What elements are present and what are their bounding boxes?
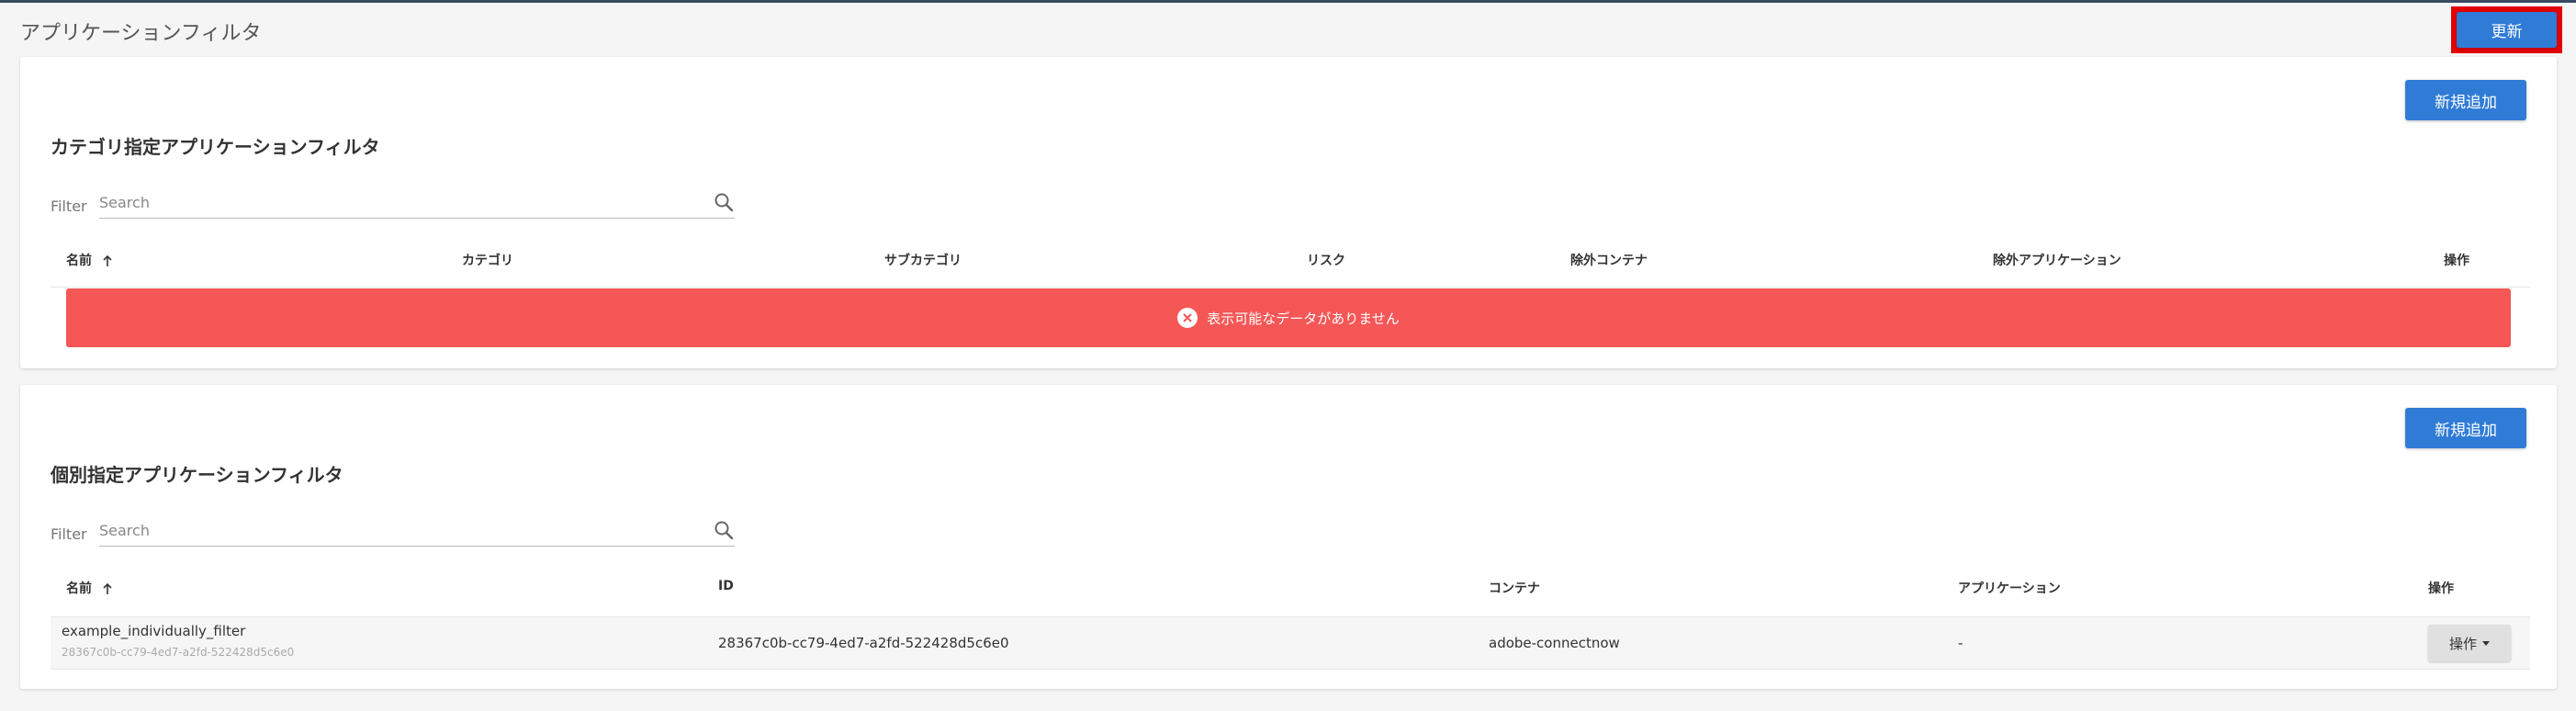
individual-add-button[interactable]: 新規追加	[2405, 408, 2526, 448]
category-search-field	[99, 187, 735, 219]
individual-search-field	[99, 515, 735, 547]
column-header-name[interactable]: 名前	[66, 251, 113, 269]
empty-data-alert: 表示可能なデータがありません	[66, 288, 2511, 347]
row-container: adobe-connectnow	[1489, 635, 1620, 651]
column-header-category[interactable]: カテゴリ	[462, 251, 513, 269]
column-header-risk[interactable]: リスク	[1307, 251, 1345, 269]
column-header-id[interactable]: ID	[718, 579, 734, 593]
row-name-sub: 28367c0b-cc79-4ed7-a2fd-522428d5c6e0	[62, 646, 295, 659]
empty-data-message: 表示可能なデータがありません	[1207, 310, 1400, 327]
column-header-actions: 操作	[2444, 254, 2469, 268]
column-header-application[interactable]: アプリケーション	[1958, 579, 2061, 597]
category-section-title: カテゴリ指定アプリケーションフィルタ	[51, 136, 380, 158]
individual-filter-card: 新規追加 個別指定アプリケーションフィルタ Filter 名前 ID コンテナ …	[20, 385, 2557, 689]
header-divider	[51, 287, 2530, 288]
column-header-subcategory[interactable]: サブカテゴリ	[884, 251, 962, 269]
column-header-excluded-containers[interactable]: 除外コンテナ	[1570, 251, 1648, 269]
close-circle-icon	[1177, 308, 1198, 328]
arrow-up-icon	[103, 254, 112, 266]
column-header-actions: 操作	[2428, 581, 2454, 596]
column-header-container[interactable]: コンテナ	[1489, 579, 1540, 597]
table-row[interactable]: example_individually_filter 28367c0b-cc7…	[51, 616, 2530, 670]
arrow-up-icon	[103, 582, 112, 594]
caret-down-icon	[2482, 640, 2490, 646]
column-header-excluded-applications[interactable]: 除外アプリケーション	[1993, 251, 2121, 269]
individual-section-title: 個別指定アプリケーションフィルタ	[51, 464, 343, 486]
refresh-button[interactable]: 更新	[2457, 12, 2557, 48]
column-header-name[interactable]: 名前	[66, 579, 113, 597]
category-search-input[interactable]	[99, 187, 687, 218]
search-icon[interactable]	[713, 519, 735, 541]
individual-search-input[interactable]	[99, 515, 687, 546]
row-name: example_individually_filter	[62, 623, 246, 639]
row-id: 28367c0b-cc79-4ed7-a2fd-522428d5c6e0	[718, 635, 1009, 651]
page-title: アプリケーションフィルタ	[20, 22, 262, 45]
category-filter-card: 新規追加 カテゴリ指定アプリケーションフィルタ Filter 名前 カテゴリ サ…	[20, 57, 2557, 368]
top-border	[0, 0, 2576, 3]
individual-filter-label: Filter	[51, 525, 87, 543]
row-application: -	[1958, 635, 1963, 651]
row-actions-button[interactable]: 操作	[2428, 625, 2511, 661]
category-add-button[interactable]: 新規追加	[2405, 80, 2526, 120]
search-icon[interactable]	[713, 191, 735, 213]
category-filter-label: Filter	[51, 198, 87, 215]
